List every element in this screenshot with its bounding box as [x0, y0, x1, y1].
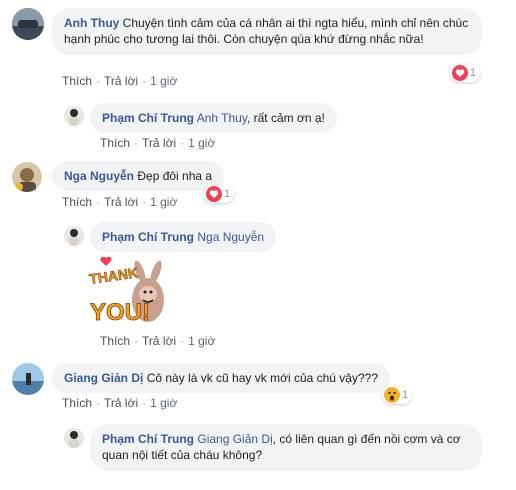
like-link[interactable]: Thích: [100, 334, 130, 348]
reply-bubble: Phạm Chí Trung Anh Thuy, rất cảm ơn ạ!: [90, 103, 337, 133]
comment-actions: Thích · Trả lời · 1 giờ: [62, 74, 177, 88]
mention-link[interactable]: Anh Thuy: [197, 111, 247, 125]
avatar-nga-nguyen[interactable]: [12, 162, 42, 192]
comment-author[interactable]: Nga Nguyễn: [64, 169, 134, 183]
separator: ·: [96, 195, 101, 209]
love-reaction-icon: [206, 186, 222, 202]
reply-bubble: Phạm Chí Trung Giang Giản Dị, có liên qu…: [90, 424, 482, 471]
love-reaction-icon: [452, 65, 468, 81]
separator: ·: [142, 74, 147, 88]
reaction-count: 1: [470, 67, 477, 79]
reply-link[interactable]: Trả lời: [142, 136, 176, 150]
reply-link[interactable]: Trả lời: [104, 74, 138, 88]
sticker-text-line2: YOU!: [90, 299, 150, 326]
separator: ·: [142, 195, 147, 209]
avatar-pham-chi-trung[interactable]: [64, 428, 84, 448]
comment-bubble: Nga Nguyễn Đẹp đôi nha a: [52, 161, 225, 191]
comment-actions: Thích · Trả lời · 1 giờ: [100, 334, 215, 348]
reply-link[interactable]: Trả lời: [104, 396, 138, 410]
reply-bubble: Phạm Chí Trung Nga Nguyễn: [90, 222, 277, 252]
comment-time[interactable]: 1 giờ: [150, 74, 177, 88]
comment-text: , rất cảm ơn ạ!: [246, 111, 325, 125]
comment-actions: Thích · Trả lời · 1 giờ: [62, 195, 177, 209]
reaction-count: 1: [402, 389, 409, 401]
comment-time[interactable]: 1 giờ: [150, 396, 177, 410]
sticker-text-line1: THANK: [88, 264, 139, 287]
comment-author[interactable]: Phạm Chí Trung: [102, 432, 194, 446]
reaction-count: 1: [224, 188, 231, 200]
like-link[interactable]: Thích: [100, 136, 130, 150]
comment-bubble: Anh Thuy Chuyện tình cảm của cá nhân ai …: [52, 8, 482, 55]
separator: ·: [134, 334, 139, 348]
wow-reaction-icon: [384, 387, 400, 403]
mention-link[interactable]: Nga Nguyễn: [197, 230, 264, 244]
reply-link[interactable]: Trả lời: [142, 334, 176, 348]
comment-time[interactable]: 1 giờ: [150, 195, 177, 209]
avatar-pham-chi-trung[interactable]: [64, 226, 84, 246]
like-link[interactable]: Thích: [62, 195, 92, 209]
avatar-giang-gian-di[interactable]: [12, 363, 44, 395]
separator: ·: [134, 136, 139, 150]
separator: ·: [142, 396, 147, 410]
mention-link[interactable]: Giang Giản Dị: [197, 432, 272, 446]
comment-author[interactable]: Giang Giản Dị: [64, 371, 143, 385]
separator: ·: [96, 396, 101, 410]
comment-bubble: Giang Giản Dị Cô này là vk cũ hay vk mới…: [52, 363, 390, 393]
separator: ·: [96, 74, 101, 88]
like-link[interactable]: Thích: [62, 74, 92, 88]
comment-text: Chuyện tình cảm của cá nhân ai thì ngta …: [64, 16, 469, 46]
reaction-badge[interactable]: 1: [450, 64, 481, 82]
thank-you-sticker: THANK YOU!: [88, 254, 170, 332]
comment-time[interactable]: 1 giờ: [188, 334, 215, 348]
reply-link[interactable]: Trả lời: [104, 195, 138, 209]
reaction-badge[interactable]: 1: [382, 386, 413, 404]
avatar-anh-thuy[interactable]: [12, 8, 44, 40]
avatar-pham-chi-trung[interactable]: [64, 106, 84, 126]
separator: ·: [180, 334, 185, 348]
comment-author[interactable]: Phạm Chí Trung: [102, 230, 194, 244]
separator: ·: [180, 136, 185, 150]
like-link[interactable]: Thích: [62, 396, 92, 410]
comment-text: Cô này là vk cũ hay vk mới của chú vậy??…: [146, 371, 378, 385]
comment-actions: Thích · Trả lời · 1 giờ: [100, 136, 215, 150]
comment-author[interactable]: Phạm Chí Trung: [102, 111, 194, 125]
comment-author[interactable]: Anh Thuy: [64, 16, 119, 30]
comment-time[interactable]: 1 giờ: [188, 136, 215, 150]
comment-actions: Thích · Trả lời · 1 giờ: [62, 396, 177, 410]
reaction-badge[interactable]: 1: [204, 185, 235, 203]
comment-text: Đẹp đôi nha a: [137, 169, 213, 183]
